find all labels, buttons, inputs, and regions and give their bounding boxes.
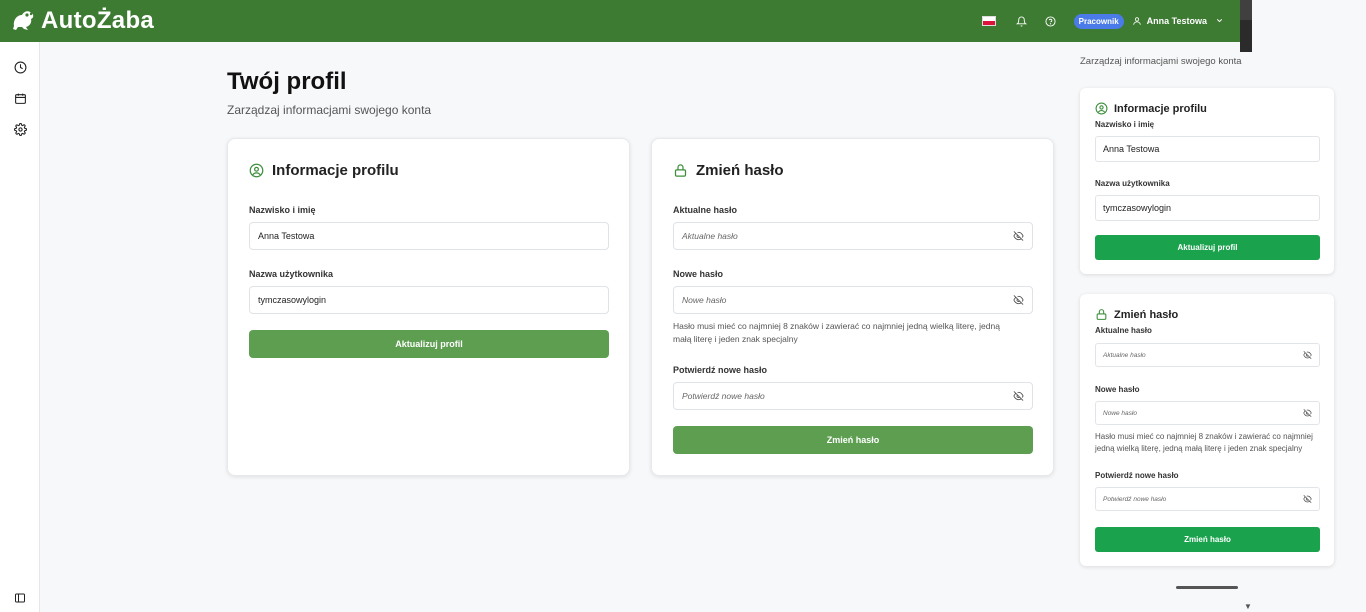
- full-name-field[interactable]: Anna Testowa: [249, 222, 609, 250]
- eye-off-icon[interactable]: [1013, 231, 1024, 242]
- panel-username-value: tymczasowylogin: [1103, 203, 1172, 213]
- username-value: tymczasowylogin: [258, 295, 327, 305]
- eye-off-icon[interactable]: [1013, 295, 1024, 306]
- new-password-label: Nowe hasło: [673, 269, 724, 279]
- panel-current-label: Aktualne hasło: [1095, 326, 1152, 335]
- window-edge: [1240, 0, 1252, 52]
- main-content: Twój profil Zarządzaj informacjami swoje…: [40, 42, 1066, 612]
- confirm-password-field[interactable]: Potwierdź nowe hasło: [673, 382, 1033, 410]
- full-name-value: Anna Testowa: [258, 231, 315, 241]
- password-card-title: Zmień hasło: [696, 162, 784, 179]
- role-badge: Pracownik: [1073, 13, 1124, 29]
- panel-new-field[interactable]: Nowe hasło: [1095, 401, 1320, 425]
- panel-confirm-field[interactable]: Potwierdź nowe hasło: [1095, 487, 1320, 511]
- user-circle-icon: [1095, 102, 1108, 115]
- full-name-label: Nazwisko i imię: [249, 205, 316, 215]
- password-hint: Hasło musi mieć co najmniej 8 znaków i z…: [673, 321, 1000, 344]
- panel-change-password-button[interactable]: Zmień hasło: [1095, 527, 1320, 552]
- calendar-icon[interactable]: [13, 91, 27, 105]
- app-logo[interactable]: AutoŻaba: [10, 6, 154, 37]
- panel-current-placeholder: Aktualne hasło: [1103, 351, 1146, 359]
- panel-full-name-value: Anna Testowa: [1103, 144, 1160, 154]
- eye-off-icon[interactable]: [1303, 494, 1312, 504]
- frog-icon: [10, 6, 36, 37]
- current-password-label: Aktualne hasło: [673, 205, 738, 215]
- panel-username-label: Nazwa użytkownika: [1095, 179, 1170, 188]
- panel-profile-title: Informacje profilu: [1114, 102, 1207, 115]
- current-password-placeholder: Aktualne hasło: [682, 231, 738, 241]
- top-bar: AutoŻaba Pracownik Anna Testowa: [0, 0, 1252, 42]
- current-password-field[interactable]: Aktualne hasło: [673, 222, 1033, 250]
- gear-icon[interactable]: [13, 122, 27, 136]
- panel-new-placeholder: Nowe hasło: [1103, 409, 1137, 417]
- panel-password-hint: Hasło musi mieć co najmniej 8 znaków i z…: [1095, 432, 1313, 453]
- eye-off-icon[interactable]: [1013, 391, 1024, 402]
- user-menu-name[interactable]: Anna Testowa: [1147, 16, 1207, 26]
- user-icon: [1132, 16, 1142, 26]
- panel-username-field[interactable]: tymczasowylogin: [1095, 195, 1320, 221]
- bell-icon[interactable]: [1015, 16, 1027, 27]
- confirm-password-placeholder: Potwierdź nowe hasło: [682, 391, 765, 401]
- clock-icon[interactable]: [13, 60, 27, 74]
- username-label: Nazwa użytkownika: [249, 269, 334, 279]
- confirm-password-label: Potwierdź nowe hasło: [673, 365, 768, 375]
- profile-card: Informacje profilu Nazwisko i imię Anna …: [227, 138, 630, 476]
- panel-new-label: Nowe hasło: [1095, 385, 1140, 394]
- sidebar: [0, 42, 40, 612]
- panel-subtitle: Zarządzaj informacjami swojego konta: [1080, 56, 1242, 67]
- panel-full-name-field[interactable]: Anna Testowa: [1095, 136, 1320, 162]
- panel-confirm-placeholder: Potwierdź nowe hasło: [1103, 495, 1167, 503]
- page-title: Twój profil: [227, 68, 347, 95]
- eye-off-icon[interactable]: [1303, 350, 1312, 360]
- app-name: AutoŻaba: [41, 7, 155, 34]
- change-password-button[interactable]: Zmień hasło: [673, 426, 1033, 454]
- new-password-placeholder: Nowe hasło: [682, 295, 727, 305]
- new-password-field[interactable]: Nowe hasło: [673, 286, 1033, 314]
- panel-profile-card: Informacje profilu Nazwisko i imię Anna …: [1080, 88, 1334, 274]
- panel-toggle-icon[interactable]: [13, 591, 27, 605]
- panel-password-card: Zmień hasło Aktualne hasło Aktualne hasł…: [1080, 294, 1334, 566]
- user-circle-icon: [249, 163, 264, 178]
- lock-icon: [673, 163, 688, 178]
- panel-full-name-label: Nazwisko i imię: [1095, 120, 1155, 129]
- mobile-preview-panel: Zarządzaj informacjami swojego konta Inf…: [1066, 52, 1348, 594]
- update-profile-button[interactable]: Aktualizuj profil: [249, 330, 609, 358]
- profile-card-title: Informacje profilu: [272, 162, 399, 179]
- username-field[interactable]: tymczasowylogin: [249, 286, 609, 314]
- page-subtitle: Zarządzaj informacjami swojego konta: [227, 103, 432, 117]
- panel-update-profile-button[interactable]: Aktualizuj profil: [1095, 235, 1320, 260]
- panel-password-title: Zmień hasło: [1114, 308, 1179, 321]
- panel-current-field[interactable]: Aktualne hasło: [1095, 343, 1320, 367]
- lock-icon: [1095, 308, 1108, 321]
- panel-confirm-label: Potwierdź nowe hasło: [1095, 471, 1179, 480]
- scroll-handle[interactable]: [1176, 586, 1238, 589]
- language-flag[interactable]: [981, 16, 996, 26]
- chevron-down-icon[interactable]: [1215, 16, 1224, 27]
- password-card: Zmień hasło Aktualne hasło Aktualne hasł…: [651, 138, 1054, 476]
- help-icon[interactable]: [1045, 15, 1056, 27]
- eye-off-icon[interactable]: [1303, 408, 1312, 418]
- scroll-down-icon[interactable]: ▼: [1244, 602, 1252, 611]
